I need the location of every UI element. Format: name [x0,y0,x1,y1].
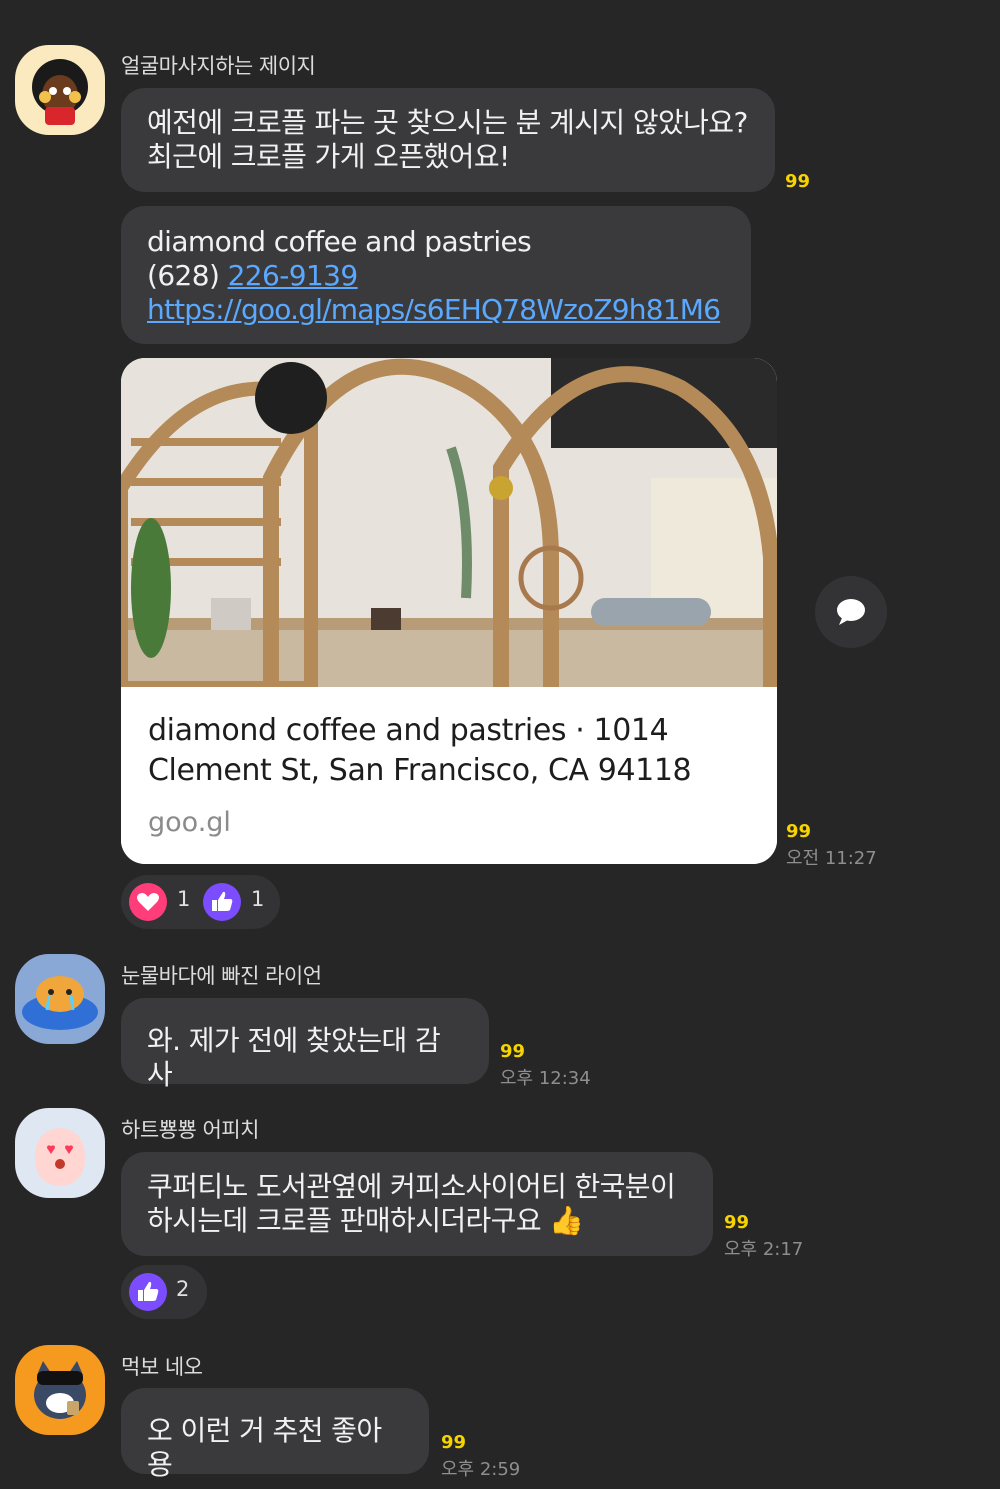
card-info: diamond coffee and pastries · 1014 Cleme… [121,687,777,864]
sender-avatar[interactable] [15,1345,105,1435]
sender-avatar[interactable] [15,1108,105,1198]
reaction-count: 1 [177,887,191,911]
message-text-line: 쿠퍼티노 도서관옆에 커피소사이어티 한국분이 [147,1170,676,1203]
reaction-bar[interactable]: 1 1 [121,875,280,929]
heart-icon[interactable] [129,883,167,921]
unread-count: 99 [441,1432,467,1453]
sender-name: 먹보 네오 [121,1355,203,1379]
cafe-interior-photo [121,358,777,688]
message-time: 오후 2:59 [441,1459,521,1480]
sender-name: 얼굴마사지하는 제이지 [121,54,316,78]
thumbs-up-icon[interactable] [203,883,241,921]
reaction-count: 1 [251,887,265,911]
reaction-count: 2 [176,1277,190,1301]
unread-count: 99 [724,1212,750,1233]
message-text-line: 예전에 크로플 파는 곳 찾으시는 분 계시지 않았나요? [147,106,748,139]
thumbs-up-icon[interactable] [129,1273,167,1311]
message-time: 오전 11:27 [786,848,877,869]
card-title: diamond coffee and pastries · 1014 Cleme… [148,713,692,788]
unread-count: 99 [500,1041,526,1062]
message-bubble[interactable]: 오 이런 거 추천 좋아용 [121,1388,429,1481]
jay-g-emoticon-icon [32,59,88,125]
card-domain: goo.gl [148,807,231,838]
sender-avatar[interactable] [15,45,105,135]
apeach-heart-eyes-emoticon-icon [35,1128,85,1186]
unread-count: 99 [786,821,812,842]
message-time: 오후 2:17 [724,1239,804,1260]
link-preview-card[interactable]: diamond coffee and pastries · 1014 Cleme… [121,358,777,864]
phone-line: (628) 226-9139 [147,259,725,293]
phone-link[interactable]: 226-9139 [228,259,359,292]
message-bubble[interactable]: 예전에 크로플 파는 곳 찾으시는 분 계시지 않았나요? 최근에 크로플 가게… [121,88,775,192]
sender-name: 하트뿅뿅 어피치 [121,1118,259,1142]
ryan-crying-emoticon-icon [22,976,98,1030]
message-bubble[interactable]: 쿠퍼티노 도서관옆에 커피소사이어티 한국분이 하시는데 크로플 판매하시더라구… [121,1152,713,1256]
message-text-line: 최근에 크로플 가게 오픈했어요! [147,140,510,173]
message-time: 오후 12:34 [500,1068,591,1089]
unread-count: 99 [785,171,811,192]
phone-prefix: (628) [147,259,228,292]
share-button[interactable] [815,576,887,648]
reaction-bar[interactable]: 2 [121,1265,207,1319]
neo-eating-emoticon-icon [34,1361,86,1419]
place-name-text: diamond coffee and pastries [147,225,532,258]
maps-url-link[interactable]: https://goo.gl/maps/s6EHQ78WzoZ9h81M6 [147,293,725,327]
chat-bubble-icon [837,599,865,625]
message-bubble[interactable]: 와. 제가 전에 찾았는대 감사 [121,998,489,1091]
sender-name: 눈물바다에 빠진 라이언 [121,964,322,988]
message-text-line: 하시는데 크로플 판매하시더라구요 👍 [147,1204,584,1237]
message-bubble[interactable]: diamond coffee and pastries (628) 226-91… [121,206,751,344]
message-text: 오 이런 거 추천 좋아용 [147,1414,382,1481]
message-text: 와. 제가 전에 찾았는대 감사 [147,1024,441,1091]
sender-avatar[interactable] [15,954,105,1044]
